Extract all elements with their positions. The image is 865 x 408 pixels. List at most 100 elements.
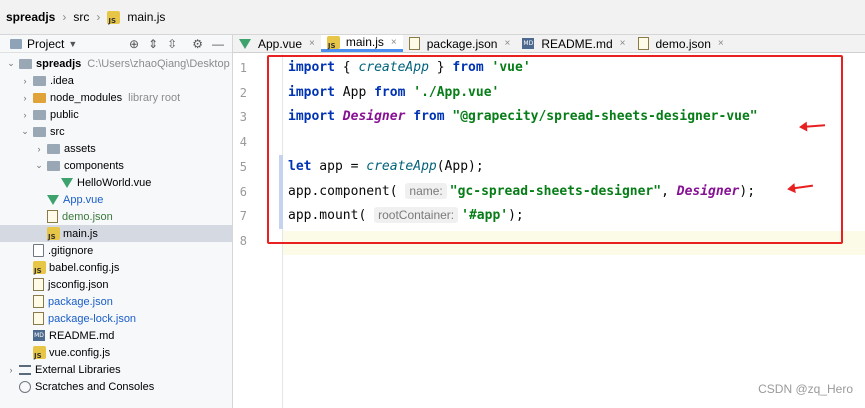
chevron-right-icon[interactable]: › [20,76,30,86]
code-editor[interactable]: 1 2 3 4 5 6 7 8 import { createApp } from 'vue'… [233,54,865,408]
tab-app-vue[interactable]: App.vue × [233,35,321,52]
expand-all-icon[interactable]: ⇕ [148,37,158,51]
json-file-icon [33,295,44,308]
tree-item-package-lock-json[interactable]: package-lock.json [0,310,232,327]
tree-item-assets[interactable]: › assets [0,140,232,157]
close-icon[interactable]: × [504,38,510,49]
json-icon [408,37,420,50]
chevron-down-icon[interactable]: ▼ [68,39,77,49]
tree-item-label: package-lock.json [48,312,137,325]
tree-item-label: components [64,159,124,172]
tree-item-main-js[interactable]: main.js [0,225,232,242]
library-folder-icon [33,92,46,103]
tree-item-readme-md[interactable]: MD README.md [0,327,232,344]
tree-item-helloworld-vue[interactable]: HelloWorld.vue [0,174,232,191]
folder-icon [33,109,46,120]
code-token: let [288,158,312,174]
js-file-icon [33,261,46,275]
code-token: , [661,183,677,199]
tree-item-spreadjs[interactable]: ⌄ spreadjs C:\Users\zhaoQiang\Desktop [0,55,232,72]
close-icon[interactable]: × [309,38,315,49]
tree-item-label: demo.json [62,210,113,223]
code-line: app.component( name: "gc-spread-sheets-de… [288,180,755,204]
tree-item-babel-config-js[interactable]: babel.config.js [0,259,232,276]
code-line: import App from './App.vue' [288,81,499,105]
vue-file-icon [61,177,73,188]
breadcrumb-file[interactable]: main.js [127,10,165,24]
tab-main-js[interactable]: main.js × [320,35,403,52]
tree-item-jsconfig-json[interactable]: jsconfig.json [0,276,232,293]
gear-icon[interactable]: ⚙ [192,37,203,51]
chevron-right-icon[interactable]: › [34,144,44,154]
chevron-right-icon[interactable]: › [6,365,16,375]
tree-item-public[interactable]: › public [0,106,232,123]
line-number: 6 [239,184,247,199]
code-token: createApp [366,158,437,174]
code-line: import { createApp } from 'vue' [288,56,531,80]
chevron-right-icon[interactable]: › [20,110,30,120]
collapse-all-icon[interactable]: ⇳ [167,37,177,51]
line-number: 4 [239,135,247,150]
tree-item-label: node_modules [50,91,123,104]
tree-item-label: Scratches and Consoles [35,380,155,393]
chevron-down-icon[interactable]: ⌄ [20,126,30,137]
tab-readme-md[interactable]: MD README.md × [516,35,631,52]
close-icon[interactable]: × [718,38,724,49]
locate-file-icon[interactable]: ⊕ [129,37,139,51]
folder-icon [33,126,46,137]
parameter-hint: rootContainer: [374,207,459,224]
tree-item-idea[interactable]: › .idea [0,72,232,89]
breadcrumb-separator: › [96,10,101,24]
hide-panel-icon[interactable]: — [212,37,224,51]
watermark: CSDN @zq_Hero [758,382,853,396]
chevron-down-icon[interactable]: ⌄ [34,160,44,171]
markdown-file-icon: MD [33,330,45,341]
tree-item-package-json[interactable]: package.json [0,293,232,310]
json-icon [637,37,649,50]
code-line: import Designer from "@grapecity/spread-… [288,105,758,129]
tree-item-src[interactable]: ⌄ src [0,123,232,140]
tree-item-demo-json[interactable]: demo.json [0,208,232,225]
tab-package-json[interactable]: package.json × [403,35,517,52]
breadcrumb-folder[interactable]: src [73,10,89,24]
tree-item-gitignore[interactable]: .gitignore [0,242,232,259]
tree-item-scratches-and-consoles[interactable]: Scratches and Consoles [0,378,232,395]
project-view-selector[interactable]: Project [27,37,64,51]
tree-item-label: spreadjs [36,57,82,70]
folder-icon [33,75,46,86]
breadcrumb-project[interactable]: spreadjs [6,10,55,24]
tree-item-label: README.md [49,329,115,342]
tree-item-node-modules[interactable]: › node_modules library root [0,89,232,106]
tree-item-label: jsconfig.json [48,278,109,291]
project-panel-header: Project ▼ ⊕ ⇕ ⇳ ⚙ — [0,35,232,53]
code-token: app.component( [288,183,406,199]
current-line-highlight [283,231,865,255]
tree-item-app-vue[interactable]: App.vue [0,191,232,208]
chevron-down-icon[interactable]: ⌄ [6,58,16,69]
json-file-icon [47,210,58,223]
tree-item-vue-config-js[interactable]: vue.config.js [0,344,232,361]
close-icon[interactable]: × [620,38,626,49]
code-token: import [288,109,335,125]
code-token: { [334,60,359,75]
editor-tab-bar: App.vue × main.js × package.json × MD README.md… [233,35,865,53]
tree-item-components[interactable]: ⌄ components [0,157,232,174]
tree-item-label: App.vue [63,193,104,206]
tab-demo-json[interactable]: demo.json × [632,35,730,52]
folder-icon [47,143,60,154]
line-number: 5 [239,159,247,174]
close-icon[interactable]: × [391,37,397,48]
tree-item-label: package.json [48,295,113,308]
project-view-icon [10,38,22,49]
line-number: 1 [239,61,247,75]
code-token: './App.vue' [413,84,500,100]
code-token: } [428,60,453,75]
chevron-right-icon[interactable]: › [20,93,30,103]
vue-file-icon [47,194,59,205]
code-token: Designer [342,109,406,125]
project-panel: Project ▼ ⊕ ⇕ ⇳ ⚙ — ⌄ spreadjs C:\Users\zh… [0,35,233,408]
scratch-icon [19,380,31,393]
tree-item-external-libraries[interactable]: › External Libraries [0,361,232,378]
json-file-icon [33,312,44,325]
